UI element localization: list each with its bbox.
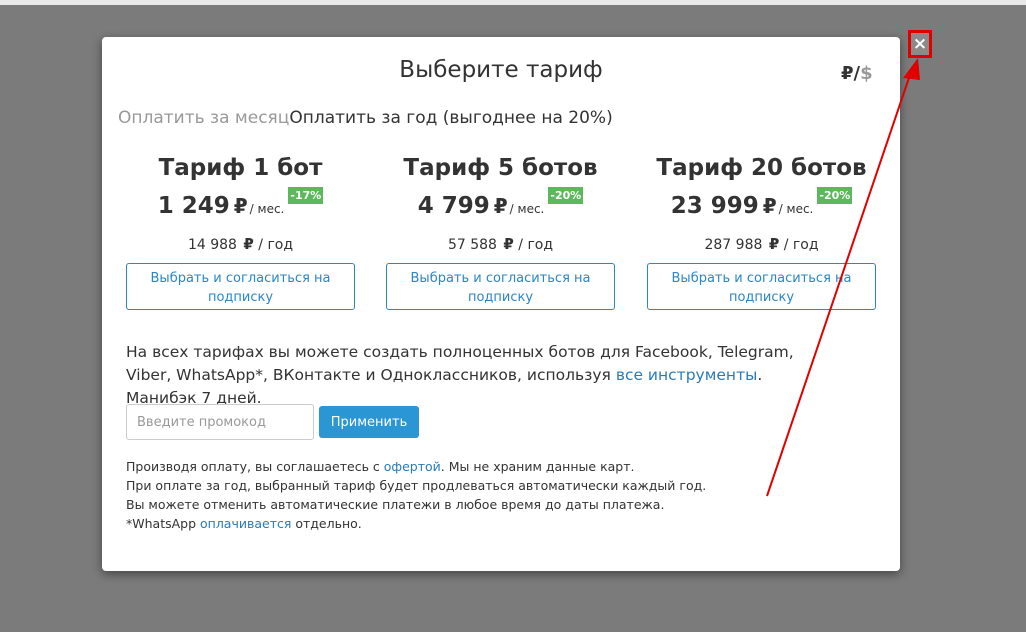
discount-badge: -17% [288, 187, 324, 204]
page-top-strip [0, 0, 1026, 5]
billing-period-tabs: Оплатить за месяцОплатить за год (выгодн… [118, 108, 613, 128]
plan-name: Тариф 5 ботов [403, 155, 598, 181]
plan-price: 23 999 ₽ / мес.-20% [647, 187, 876, 225]
ruble-icon: ₽ [503, 235, 514, 253]
plans-info-text: На всех тарифах вы можете создать полноц… [126, 341, 826, 410]
plan-card-1-bot: Тариф 1 бот 1 249 ₽ / мес.-17% 14 988 ₽ / … [126, 155, 355, 310]
ruble-icon: ₽ [768, 235, 780, 253]
legal-notes: Производя оплату, вы соглашаетесь с офер… [126, 457, 706, 533]
plan-name: Тариф 1 бот [158, 155, 323, 181]
plan-price: 4 799 ₽ / мес.-20% [386, 187, 615, 225]
legal-text: отдельно. [291, 516, 362, 531]
legal-text: Производя оплату, вы соглашаетесь с [126, 459, 384, 474]
offer-link[interactable]: офертой [384, 459, 441, 474]
plan-card-5-bots: Тариф 5 ботов 4 799 ₽ / мес.-20% 57 588 ₽ … [386, 155, 615, 310]
annotation-arrow-head [903, 58, 920, 80]
plan-name: Тариф 20 ботов [656, 155, 867, 181]
price-amount: 23 999 [670, 193, 759, 219]
year-price: 57 588 ₽ / год [386, 235, 615, 253]
ruble-icon: ₽ [762, 194, 777, 218]
legal-line-renewal: При оплате за год, выбранный тариф будет… [126, 478, 707, 493]
modal-title: Выберите тариф [399, 57, 603, 83]
year-amount: 14 988 [187, 237, 237, 253]
select-plan-2-button[interactable]: Выбрать и согласиться на подписку [386, 263, 615, 310]
price-unit: / мес. [509, 202, 545, 216]
whatsapp-payment-link[interactable]: оплачивается [200, 516, 291, 531]
legal-text: *WhatsApp [126, 516, 200, 531]
discount-badge: -20% [548, 187, 584, 204]
ruble-icon: ₽ [233, 194, 248, 218]
promo-code-input[interactable] [126, 404, 314, 440]
all-tools-link[interactable]: все инструменты [616, 366, 758, 384]
legal-line-offer: Производя оплату, вы соглашаетесь с офер… [126, 457, 706, 476]
year-unit: / год [258, 237, 294, 253]
discount-badge: -20% [817, 187, 853, 204]
year-amount: 287 988 [704, 237, 763, 253]
year-unit: / год [518, 237, 554, 253]
select-plan-3-button[interactable]: Выбрать и согласиться на подписку [647, 263, 876, 310]
select-plan-1-button[interactable]: Выбрать и согласиться на подписку [126, 263, 355, 310]
legal-text: . Мы не храним данные карт. [440, 459, 635, 474]
currency-usd-option[interactable]: $ [860, 63, 873, 84]
year-price: 287 988 ₽ / год [647, 235, 876, 253]
tab-pay-monthly[interactable]: Оплатить за месяц [118, 108, 289, 128]
close-icon[interactable]: × [908, 30, 932, 58]
tariff-modal: Выберите тариф ₽/$ Оплатить за месяцОпла… [102, 37, 900, 571]
price-unit: / мес. [249, 202, 285, 216]
apply-promo-button[interactable]: Применить [319, 406, 419, 438]
ruble-icon: ₽ [493, 194, 508, 218]
currency-rub-option[interactable]: ₽ [841, 63, 854, 84]
plan-card-20-bots: Тариф 20 ботов 23 999 ₽ / мес.-20% 287 988… [647, 155, 876, 310]
currency-switcher: ₽/$ [841, 63, 873, 84]
ruble-icon: ₽ [243, 235, 254, 253]
price-amount: 4 799 [417, 193, 490, 219]
legal-line-cancel: Вы можете отменить автоматические платеж… [126, 497, 665, 512]
year-price: 14 988 ₽ / год [126, 235, 355, 253]
year-amount: 57 588 [447, 237, 497, 253]
price-unit: / мес. [778, 202, 814, 216]
price-amount: 1 249 [157, 193, 230, 219]
tab-pay-yearly[interactable]: Оплатить за год (выгоднее на 20%) [289, 108, 612, 128]
plan-price: 1 249 ₽ / мес.-17% [126, 187, 355, 225]
legal-line-whatsapp: *WhatsApp оплачивается отдельно. [126, 514, 706, 533]
year-unit: / год [783, 237, 819, 253]
